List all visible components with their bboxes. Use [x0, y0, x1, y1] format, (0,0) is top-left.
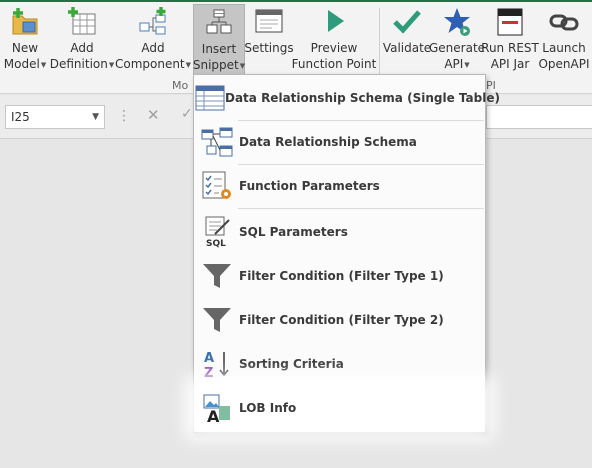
filter-icon [195, 254, 239, 298]
menu-item-sorting-criteria[interactable]: A Z Sorting Criteria [195, 342, 484, 386]
svg-text:A: A [207, 407, 220, 423]
single-table-schema-icon [195, 76, 225, 120]
chevron-down-icon: ▼ [185, 60, 192, 69]
insert-snippet-menu: Data Relationship Schema (Single Table) … [193, 74, 500, 433]
menu-separator [238, 208, 484, 209]
menu-item-relationship-schema[interactable]: Data Relationship Schema [195, 120, 484, 164]
validate-label: Validate [382, 41, 432, 55]
new-model-button[interactable]: New Model▼ [2, 4, 48, 78]
cell-reference: I25 [11, 110, 30, 124]
preview-label-2: Function Point [291, 57, 377, 71]
insert-snippet-button[interactable]: Insert Snippet▼ [193, 4, 245, 77]
add-component-label-2: Component [114, 57, 185, 71]
cancel-icon[interactable]: ✕ [147, 106, 160, 124]
svg-text:SQL: SQL [206, 239, 226, 248]
svg-text:A: A [204, 351, 214, 366]
link-icon [544, 4, 584, 40]
generate-label: Generate [428, 41, 486, 55]
group-label-model: Mo [172, 79, 189, 92]
play-icon [314, 4, 354, 40]
chevron-down-icon: ▼ [464, 60, 470, 69]
add-definition-icon [62, 4, 102, 40]
new-model-label: New [11, 41, 39, 55]
svg-text:Z: Z [204, 366, 213, 379]
insert-snippet-label-2: Snippet [192, 58, 239, 72]
validate-button[interactable]: Validate [382, 4, 432, 78]
sql-parameters-icon: SQL [195, 210, 239, 254]
chevron-down-icon: ▼ [40, 60, 47, 69]
menu-item-sql-parameters[interactable]: SQL SQL Parameters [195, 210, 484, 254]
add-component-label: Add [141, 41, 165, 55]
launch-label-2: OpenAPI [538, 57, 590, 71]
menu-item-label: Function Parameters [239, 179, 380, 193]
checkmark-icon [387, 4, 427, 40]
launch-label: Launch [542, 41, 586, 55]
generate-star-icon [437, 4, 477, 40]
lob-info-icon: A [195, 386, 239, 430]
chevron-down-icon: ▼ [108, 60, 115, 69]
run-rest-label-2: API Jar [490, 57, 530, 71]
insert-snippet-icon [199, 5, 239, 41]
menu-item-label: Sorting Criteria [239, 357, 344, 371]
add-definition-label-2: Definition [49, 57, 108, 71]
formula-input[interactable] [486, 105, 592, 129]
relationship-schema-icon [195, 120, 239, 164]
new-model-label-2: Model [3, 57, 40, 71]
settings-icon [249, 4, 289, 40]
add-component-icon [133, 4, 173, 40]
sort-az-icon: A Z [195, 342, 239, 386]
more-options-icon[interactable]: ⋮ [117, 108, 131, 124]
chevron-down-icon[interactable]: ▼ [92, 106, 99, 128]
add-definition-label: Add [70, 41, 94, 55]
generate-label-2: API [444, 57, 464, 71]
preview-label: Preview [310, 41, 358, 55]
filter-icon [195, 298, 239, 342]
name-box[interactable]: I25 ▼ [5, 105, 105, 129]
enter-icon[interactable]: ✓ [181, 106, 193, 122]
menu-item-lob-info[interactable]: A LOB Info [195, 386, 484, 430]
settings-label: Settings [244, 41, 294, 55]
new-model-icon [5, 4, 45, 40]
settings-button[interactable]: Settings [244, 4, 294, 78]
menu-item-label: Data Relationship Schema [239, 135, 417, 149]
run-jar-icon [490, 4, 530, 40]
menu-item-label: Filter Condition (Filter Type 1) [239, 269, 444, 283]
preview-function-point-button[interactable]: Preview Function Point [291, 4, 377, 78]
menu-item-function-parameters[interactable]: Function Parameters [195, 164, 484, 208]
menu-item-label: Data Relationship Schema (Single Table) [225, 91, 500, 105]
add-definition-button[interactable]: Add Definition▼ [50, 4, 114, 78]
launch-openapi-button[interactable]: Launch OpenAPI [538, 4, 590, 78]
chevron-down-icon: ▼ [239, 61, 246, 70]
menu-item-filter-type-2[interactable]: Filter Condition (Filter Type 2) [195, 298, 484, 342]
insert-snippet-label: Insert [201, 42, 237, 56]
menu-item-label: LOB Info [239, 401, 297, 415]
function-parameters-icon [195, 164, 239, 208]
run-rest-label: Run REST [481, 41, 539, 55]
menu-item-label: Filter Condition (Filter Type 2) [239, 313, 444, 327]
menu-item-single-table-schema[interactable]: Data Relationship Schema (Single Table) [195, 76, 500, 120]
menu-item-label: SQL Parameters [239, 225, 348, 239]
menu-item-filter-type-1[interactable]: Filter Condition (Filter Type 1) [195, 254, 484, 298]
run-rest-api-jar-button[interactable]: Run REST API Jar [481, 4, 539, 78]
add-component-button[interactable]: Add Component▼ [114, 4, 192, 78]
generate-api-button[interactable]: Generate API▼ [428, 4, 486, 78]
